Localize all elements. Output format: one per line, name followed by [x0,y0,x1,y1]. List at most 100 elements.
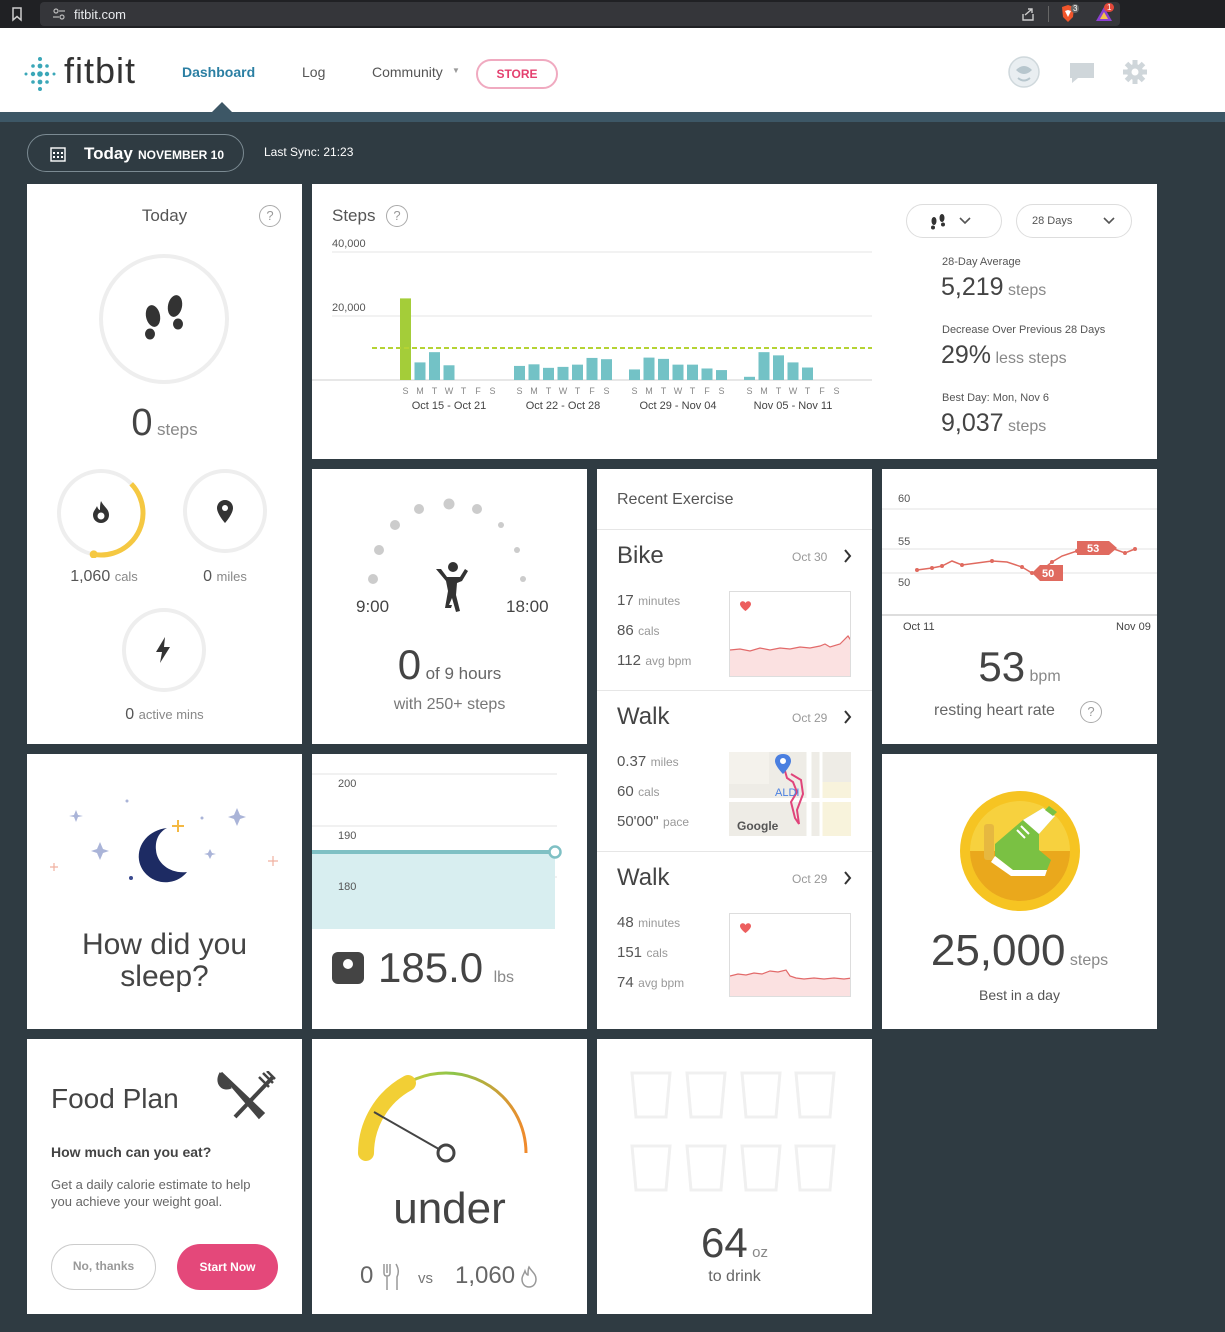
steps-bar [687,364,698,380]
day-letter-label: T [461,386,467,396]
range-select[interactable]: 28 Days [1016,204,1132,238]
nav-log[interactable]: Log [302,64,325,80]
site-settings-icon[interactable] [52,8,66,20]
decrease-label: Decrease Over Previous 28 Days [942,324,1106,336]
steps-help-icon[interactable]: ? [386,205,408,227]
decrease-unit: less steps [995,350,1067,367]
exercise-date: Oct 29 [792,711,828,725]
no-thanks-button[interactable]: No, thanks [51,1244,156,1290]
day-letter-label: T [690,386,696,396]
messages-icon[interactable] [1068,61,1096,85]
heart-rate-help-icon[interactable]: ? [1080,701,1102,723]
exercise-stat: 74 avg bpm [617,974,685,991]
exercise-stat: 60 cals [617,783,660,800]
water-tile[interactable]: 64 oz to drink [597,1039,872,1314]
exercise-item-walk[interactable]: Walk Oct 29 0.37 miles 60 cals 50'00" pa… [597,691,872,851]
footprints-icon [145,295,183,340]
day-letter-label: F [475,386,481,396]
fork-knife-icon [217,1071,276,1120]
exercise-item-bike[interactable]: Bike Oct 30 17 minutes 86 cals 112 avg b… [597,530,872,690]
week-label: Oct 22 - Oct 28 [526,400,601,412]
avatar-icon[interactable] [1008,56,1040,88]
steps-bar [514,365,525,380]
day-letter-label: W [445,386,454,396]
high-value-label: 53 [1087,543,1099,555]
resting-heart-rate-chart: 50 53 [882,508,1157,616]
fitbit-logo-icon[interactable] [22,56,58,92]
metric-select[interactable] [906,204,1002,238]
browser-bar: fitbit.com 3 1 [0,0,1225,28]
start-now-button[interactable]: Start Now [177,1244,278,1290]
nav-community[interactable]: Community [372,64,443,80]
badge-tile[interactable]: 25,000 steps Best in a day [882,754,1157,1029]
standing-person-icon [436,562,468,612]
heart-rate-tile[interactable]: 50 53 60 55 50 Oct 11 Nov 09 53 bpm rest… [882,469,1157,744]
exercise-stat: 151 cals [617,944,668,961]
hourly-sub-label: with 250+ steps [393,696,506,713]
steps-bar [643,357,655,380]
steps-tile-title: Steps [332,206,376,225]
steps-bar-chart: 40,00020,000S M T W T F SOct 15 - Oct 21S M T W T F… [312,239,872,412]
nav-dashboard[interactable]: Dashboard [182,64,255,80]
today-label: Today [84,144,133,163]
map-store-label: ALDI [775,787,799,799]
steps-bar [629,369,640,380]
steps-bar [787,362,799,380]
sleep-tile[interactable]: How did you sleep? [27,754,302,1029]
heart-rate-label: resting heart rate [934,702,1055,719]
day-letter-label: F [819,386,825,396]
exercise-item-walk[interactable]: Walk Oct 29 48 minutes 151 cals 74 avg b… [597,852,872,1012]
steps-bar [572,364,583,380]
calorie-vs-label: vs [418,1270,433,1287]
steps-bar [601,359,612,380]
food-plan-title: Food Plan [51,1083,179,1114]
weight-y-tick: 200 [338,778,357,790]
day-letter-label: T [661,386,667,396]
exercise-name: Walk [617,864,670,891]
chevron-down-icon [1103,217,1115,225]
best-day-value: 9,037 [941,409,1004,437]
steps-bar [586,357,598,380]
steps-bar [658,358,669,380]
exercise-date: Oct 29 [792,872,828,886]
food-plan-tile: Food Plan How much can you eat? Get a da… [27,1039,302,1314]
weight-tile[interactable]: 200 190 180 185.0 lbs [312,754,587,1029]
exercise-tile-title: Recent Exercise [617,491,734,508]
chevron-right-icon[interactable] [844,710,852,724]
exercise-stat: 112 avg bpm [617,652,692,669]
steps-bar [400,298,411,380]
address-bar[interactable]: fitbit.com 3 1 [40,2,1120,26]
day-letter-label: T [575,386,581,396]
date-picker-button[interactable]: Today NOVEMBER 10 [27,134,244,172]
steps-bar [543,367,554,380]
day-letter-label: S [746,386,752,396]
day-letter-label: W [789,386,798,396]
steps-bar [744,376,755,380]
steps-bar [528,364,540,380]
low-value-label: 50 [1042,568,1054,580]
calorie-balance-tile[interactable]: under 0 vs 1,060 [312,1039,587,1314]
fitbit-logo-text[interactable]: fitbit [64,50,136,92]
chevron-right-icon[interactable] [844,871,852,885]
today-help-icon[interactable]: ? [259,205,281,227]
recent-exercise-tile: Recent Exercise Bike Oct 30 17 minutes 8… [597,469,872,1029]
hourly-activity-tile[interactable]: 9:00 18:00 0 of 9 hours with 250+ steps [312,469,587,744]
water-unit: oz [752,1244,768,1261]
hourly-value: 0 [397,641,422,688]
flame-icon [93,501,109,523]
bookmark-icon[interactable] [10,6,24,22]
hr-y-tick: 55 [898,536,911,548]
settings-gear-icon[interactable] [1122,59,1148,85]
best-day-unit: steps [1008,418,1047,435]
today-tile: Today ? 0 steps 1,060 cals 0 miles 0 act… [27,184,302,744]
community-caret-icon[interactable]: ▼ [452,66,460,75]
store-button[interactable]: STORE [476,59,558,89]
badge-unit: steps [1069,952,1109,969]
url-text[interactable]: fitbit.com [74,7,126,22]
average-value: 5,219 [941,273,1004,301]
exercise-stat: 50'00" pace [617,813,690,830]
share-icon[interactable] [1020,6,1036,22]
brave-badge: 3 [1071,4,1080,13]
average-label: 28-Day Average [942,256,1021,268]
chevron-right-icon[interactable] [844,549,852,563]
